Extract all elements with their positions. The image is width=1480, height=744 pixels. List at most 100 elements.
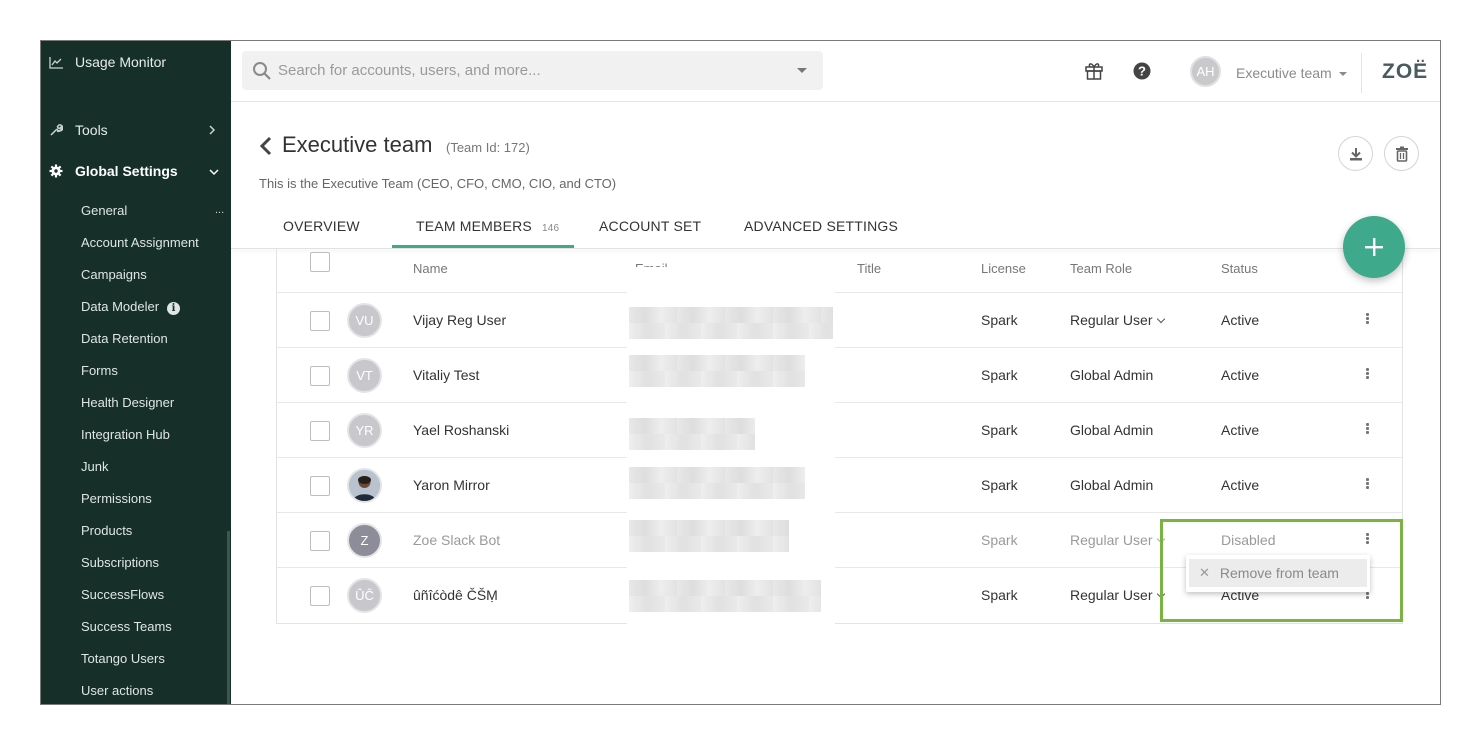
member-name[interactable]: Vitaliy Test: [413, 367, 479, 383]
sidebar-item-health-designer[interactable]: Health Designer: [81, 395, 174, 410]
avatar: VT: [347, 358, 382, 393]
sidebar-item-success-teams[interactable]: Success Teams: [81, 619, 172, 634]
member-name[interactable]: ûñîćòdê ČŠṂ: [413, 587, 498, 603]
tab-overview[interactable]: OVERVIEW: [283, 218, 360, 234]
row-checkbox[interactable]: [310, 421, 330, 441]
member-name[interactable]: Yael Roshanski: [413, 422, 509, 438]
table-row: VT Vitaliy Test Spark Global Admin Activ…: [277, 347, 1402, 402]
back-chevron-icon[interactable]: [259, 136, 273, 161]
team-role-dropdown[interactable]: Regular User: [1070, 532, 1166, 548]
sidebar-item-usage-monitor[interactable]: Usage Monitor: [48, 54, 166, 70]
sidebar-item-totango-users[interactable]: Totango Users: [81, 651, 165, 666]
row-checkbox[interactable]: [310, 586, 330, 606]
gift-icon[interactable]: [1084, 60, 1104, 85]
tab-account-set[interactable]: ACCOUNT SET: [599, 218, 701, 234]
row-checkbox[interactable]: [310, 311, 330, 331]
help-icon[interactable]: ?: [1133, 62, 1151, 85]
chevron-right-icon: [208, 124, 216, 139]
column-header-title[interactable]: Title: [857, 261, 881, 276]
sidebar-item-products[interactable]: Products: [81, 523, 132, 538]
sidebar-item-data-retention[interactable]: Data Retention: [81, 331, 168, 346]
row-menu-icon[interactable]: [1366, 423, 1370, 435]
column-header-license[interactable]: License: [981, 261, 1026, 276]
table-row: VU Vijay Reg User Spark Regular User Act…: [277, 292, 1402, 347]
user-avatar[interactable]: AH: [1190, 56, 1221, 87]
trash-icon: [1395, 146, 1408, 162]
sidebar-item-successflows[interactable]: SuccessFlows: [81, 587, 164, 602]
svg-text:?: ?: [1138, 64, 1146, 79]
caret-down-icon: [1338, 72, 1347, 77]
row-checkbox[interactable]: [310, 366, 330, 386]
member-name[interactable]: Yaron Mirror: [413, 477, 490, 493]
sidebar-item-campaigns[interactable]: Campaigns: [81, 267, 147, 282]
team-description: This is the Executive Team (CEO, CFO, CM…: [259, 176, 617, 191]
sidebar: Usage Monitor Tools Global Settings ... …: [41, 41, 231, 704]
avatar: Z: [347, 523, 382, 558]
member-license: Spark: [981, 477, 1018, 493]
avatar-photo: [347, 468, 382, 503]
search-input[interactable]: Search for accounts, users, and more...: [242, 51, 823, 90]
sidebar-scrollbar[interactable]: [227, 531, 230, 704]
sidebar-item-forms[interactable]: Forms: [81, 363, 118, 378]
member-license: Spark: [981, 422, 1018, 438]
sidebar-item-user-actions[interactable]: User actions: [81, 683, 153, 698]
team-role: Global Admin: [1070, 477, 1154, 493]
remove-from-team-label: Remove from team: [1219, 565, 1339, 581]
sidebar-item-integration-hub[interactable]: Integration Hub: [81, 427, 170, 442]
redacted-email: [629, 520, 789, 552]
sidebar-item-global-settings[interactable]: Global Settings: [48, 163, 219, 179]
zoe-logo: ZOË: [1382, 60, 1428, 84]
more-dots[interactable]: ...: [215, 204, 224, 216]
delete-button[interactable]: [1384, 136, 1419, 171]
column-header-status[interactable]: Status: [1221, 261, 1258, 276]
sidebar-item-tools[interactable]: Tools: [48, 122, 216, 138]
search-placeholder: Search for accounts, users, and more...: [278, 62, 541, 79]
redacted-email: [629, 307, 833, 339]
remove-from-team-option[interactable]: ✕ Remove from team: [1189, 559, 1367, 587]
tab-label: TEAM MEMBERS: [416, 218, 532, 234]
avatar: VU: [347, 303, 382, 338]
member-status: Active: [1221, 477, 1260, 493]
sidebar-item-subscriptions[interactable]: Subscriptions: [81, 555, 159, 570]
member-license: Spark: [981, 532, 1018, 548]
sidebar-item-label: Global Settings: [75, 163, 178, 179]
search-dropdown-caret-icon[interactable]: [797, 68, 807, 73]
email-column-redacted: [627, 267, 835, 625]
column-header-name[interactable]: Name: [413, 261, 448, 276]
member-name[interactable]: Zoe Slack Bot: [413, 532, 500, 548]
download-button[interactable]: [1338, 136, 1373, 171]
top-header: Search for accounts, users, and more... …: [231, 41, 1440, 102]
sidebar-item-junk[interactable]: Junk: [81, 459, 108, 474]
member-license: Spark: [981, 587, 1018, 603]
member-status: Active: [1221, 312, 1260, 328]
table-row: Yaron Mirror Spark Global Admin Active: [277, 457, 1402, 512]
gear-icon: [48, 163, 64, 179]
member-status: Active: [1221, 422, 1260, 438]
add-member-button[interactable]: [1343, 216, 1405, 278]
row-checkbox[interactable]: [310, 531, 330, 551]
team-role: Global Admin: [1070, 422, 1154, 438]
row-menu-icon[interactable]: [1366, 313, 1370, 325]
user-photo-icon: [349, 470, 380, 501]
info-icon[interactable]: i: [167, 302, 181, 315]
row-menu-icon[interactable]: [1366, 368, 1370, 380]
member-name[interactable]: Vijay Reg User: [413, 312, 506, 328]
sidebar-item-permissions[interactable]: Permissions: [81, 491, 152, 506]
close-x-icon: ✕: [1199, 565, 1210, 580]
row-menu-icon[interactable]: [1366, 478, 1370, 490]
team-selector-label: Executive team: [1236, 65, 1332, 81]
logo-text: ZOË: [1382, 60, 1429, 83]
tab-advanced-settings[interactable]: ADVANCED SETTINGS: [744, 218, 898, 234]
team-role-dropdown[interactable]: Regular User: [1070, 587, 1166, 603]
sidebar-item-account-assignment[interactable]: Account Assignment: [81, 235, 199, 250]
select-all-checkbox[interactable]: [310, 252, 330, 272]
sidebar-item-data-modeler[interactable]: Data Modeler i: [81, 299, 181, 315]
team-selector[interactable]: Executive team: [1236, 65, 1347, 81]
sidebar-item-general[interactable]: General: [81, 203, 127, 218]
team-role-dropdown[interactable]: Regular User: [1070, 312, 1166, 328]
header-divider: [1361, 53, 1362, 93]
table-row: YR Yael Roshanski Spark Global Admin Act…: [277, 402, 1402, 457]
row-checkbox[interactable]: [310, 476, 330, 496]
column-header-team-role[interactable]: Team Role: [1070, 261, 1132, 276]
tab-team-members[interactable]: TEAM MEMBERS 146: [416, 218, 559, 234]
